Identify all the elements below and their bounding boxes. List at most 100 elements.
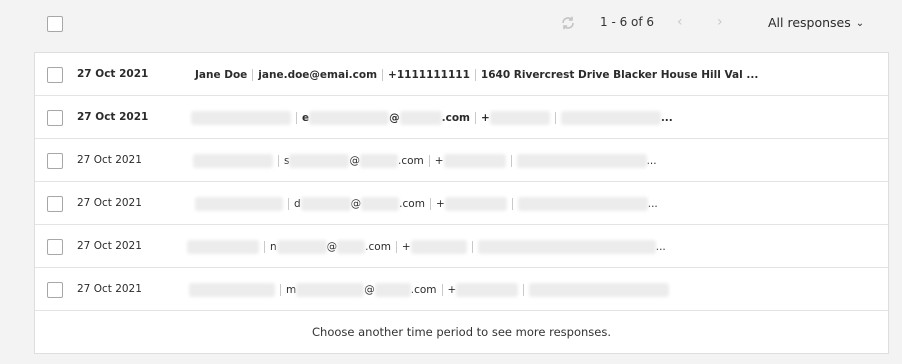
response-address: 1640 Rivercrest Drive Blacker House Hill… bbox=[480, 69, 759, 81]
email-at: @ bbox=[364, 284, 375, 296]
email-at: @ bbox=[349, 155, 360, 167]
redacted-email-domain bbox=[337, 240, 366, 254]
row-checkbox[interactable] bbox=[47, 153, 63, 169]
redacted-phone bbox=[410, 240, 467, 254]
truncation-ellipsis: ... bbox=[647, 198, 658, 210]
redacted-email-user bbox=[296, 283, 365, 297]
redacted-phone bbox=[489, 111, 550, 125]
email-at: @ bbox=[350, 198, 362, 210]
redacted-phone bbox=[456, 283, 519, 297]
field-divider bbox=[280, 284, 281, 296]
response-phone: +1111111111 bbox=[388, 69, 470, 81]
response-row[interactable]: 27 Oct 2021 n @ .com + ... bbox=[35, 225, 888, 268]
response-date: 27 Oct 2021 bbox=[77, 197, 142, 209]
phone-prefix: + bbox=[481, 112, 490, 124]
response-row[interactable]: 27 Oct 2021 Jane Doe jane.doe@emai.com +… bbox=[35, 53, 888, 96]
redacted-name bbox=[189, 283, 275, 297]
redacted-address bbox=[517, 197, 648, 211]
email-suffix: .com bbox=[410, 284, 437, 296]
redacted-address bbox=[529, 283, 670, 297]
email-prefix: n bbox=[270, 241, 277, 253]
responses-filter-dropdown[interactable]: All responses ⌄ bbox=[768, 15, 864, 30]
response-fields: n @ .com + ... bbox=[187, 240, 666, 254]
field-divider bbox=[296, 112, 297, 124]
field-divider bbox=[428, 155, 430, 167]
redacted-address bbox=[477, 240, 656, 254]
field-divider bbox=[382, 69, 384, 81]
responses-list: 27 Oct 2021 Jane Doe jane.doe@emai.com +… bbox=[34, 52, 889, 354]
email-suffix: .com bbox=[441, 112, 470, 124]
field-divider bbox=[471, 241, 473, 253]
response-fields: d @ .com + ... bbox=[195, 197, 658, 211]
response-date: 27 Oct 2021 bbox=[77, 154, 142, 166]
response-fields: e @ .com + ... bbox=[191, 111, 673, 125]
response-row[interactable]: 27 Oct 2021 d @ .com + ... bbox=[35, 182, 888, 225]
responses-filter-label: All responses bbox=[768, 15, 851, 30]
response-date: 27 Oct 2021 bbox=[77, 111, 149, 123]
redacted-email-domain bbox=[399, 111, 442, 125]
response-fields: m @ .com + bbox=[189, 283, 670, 297]
redacted-address bbox=[516, 154, 647, 168]
field-divider bbox=[441, 284, 443, 296]
chevron-left-icon[interactable]: ‹ bbox=[677, 14, 683, 30]
truncation-ellipsis: ... bbox=[646, 155, 657, 167]
row-checkbox[interactable] bbox=[47, 110, 63, 126]
response-name: Jane Doe bbox=[195, 69, 248, 81]
refresh-icon[interactable] bbox=[560, 15, 576, 31]
truncation-ellipsis: ... bbox=[655, 241, 666, 253]
field-divider bbox=[288, 198, 289, 210]
email-prefix: m bbox=[286, 284, 297, 296]
redacted-phone bbox=[443, 154, 506, 168]
response-date: 27 Oct 2021 bbox=[77, 68, 149, 80]
email-at: @ bbox=[326, 241, 338, 253]
select-all-checkbox[interactable] bbox=[47, 16, 63, 32]
redacted-email-user bbox=[300, 197, 351, 211]
field-divider bbox=[475, 112, 476, 124]
email-at: @ bbox=[389, 112, 400, 124]
phone-prefix: + bbox=[401, 241, 411, 253]
chevron-right-icon[interactable]: › bbox=[717, 14, 723, 30]
field-divider bbox=[395, 241, 397, 253]
email-suffix: .com bbox=[399, 198, 425, 210]
redacted-name bbox=[191, 111, 291, 125]
more-responses-message: Choose another time period to see more r… bbox=[312, 325, 611, 339]
field-divider bbox=[511, 198, 513, 210]
redacted-name bbox=[193, 154, 273, 168]
response-fields: Jane Doe jane.doe@emai.com +1111111111 1… bbox=[195, 68, 758, 82]
field-divider bbox=[474, 69, 476, 81]
phone-prefix: + bbox=[447, 284, 457, 296]
response-fields: s @ .com + ... bbox=[193, 154, 657, 168]
field-divider bbox=[278, 155, 279, 167]
field-divider bbox=[252, 69, 254, 81]
response-row[interactable]: 27 Oct 2021 s @ .com + ... bbox=[35, 139, 888, 182]
row-checkbox[interactable] bbox=[47, 196, 63, 212]
redacted-email-user bbox=[276, 240, 327, 254]
phone-prefix: + bbox=[435, 198, 445, 210]
chevron-down-icon: ⌄ bbox=[855, 18, 865, 29]
email-suffix: .com bbox=[397, 155, 424, 167]
redacted-email-domain bbox=[361, 197, 400, 211]
email-prefix: e bbox=[302, 112, 310, 124]
field-divider bbox=[264, 241, 265, 253]
response-email: jane.doe@emai.com bbox=[258, 69, 378, 81]
field-divider bbox=[510, 155, 512, 167]
phone-prefix: + bbox=[434, 155, 444, 167]
response-date: 27 Oct 2021 bbox=[77, 240, 142, 252]
field-divider bbox=[523, 284, 525, 296]
row-checkbox[interactable] bbox=[47, 282, 63, 298]
field-divider bbox=[554, 112, 556, 124]
row-checkbox[interactable] bbox=[47, 239, 63, 255]
redacted-name bbox=[195, 197, 283, 211]
email-suffix: .com bbox=[365, 241, 391, 253]
response-date: 27 Oct 2021 bbox=[77, 283, 142, 295]
redacted-address bbox=[560, 111, 661, 125]
redacted-email-domain bbox=[374, 283, 411, 297]
redacted-phone bbox=[444, 197, 507, 211]
redacted-email-user bbox=[309, 111, 390, 125]
response-row[interactable]: 27 Oct 2021 m @ .com + bbox=[35, 268, 888, 311]
response-row[interactable]: 27 Oct 2021 e @ .com + ... bbox=[35, 96, 888, 139]
toolbar: 1 - 6 of 6 ‹ › All responses ⌄ bbox=[0, 0, 902, 50]
row-checkbox[interactable] bbox=[47, 67, 63, 83]
field-divider bbox=[429, 198, 431, 210]
truncation-ellipsis: ... bbox=[660, 112, 673, 124]
